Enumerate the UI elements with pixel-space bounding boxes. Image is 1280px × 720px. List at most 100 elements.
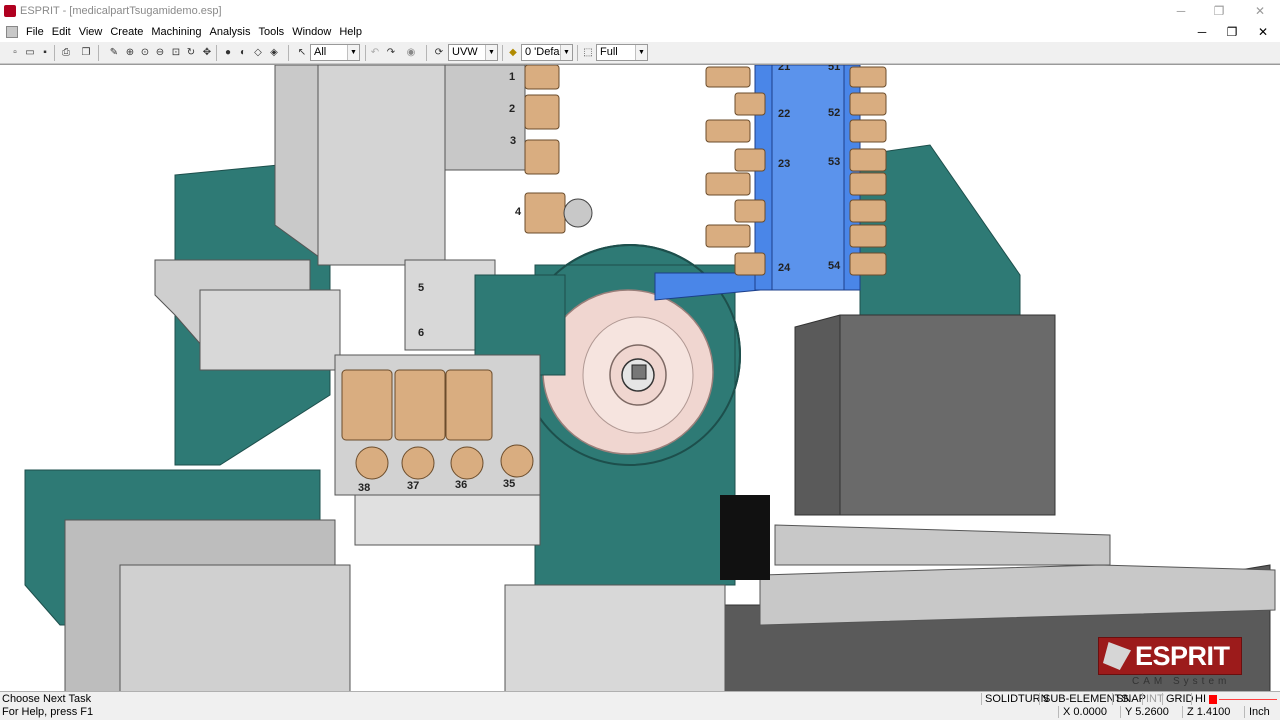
headstock-block bbox=[199, 289, 341, 371]
tool-label: 5 bbox=[418, 282, 424, 294]
black-spacer bbox=[720, 495, 770, 580]
z-coordinate: Z 1.4100 bbox=[1182, 706, 1230, 718]
left-tool-holders bbox=[524, 65, 566, 234]
workplane-select[interactable]: UVW ▼ bbox=[448, 44, 498, 61]
restore-icon: ❐ bbox=[1226, 25, 1238, 39]
esprit-emblem-icon bbox=[1103, 642, 1131, 670]
menu-file[interactable]: File bbox=[22, 22, 48, 42]
document-icon[interactable] bbox=[6, 26, 18, 38]
select-arrow-icon[interactable]: ↖ bbox=[295, 45, 309, 59]
left-slide bbox=[119, 564, 351, 691]
document-close-button[interactable]: ✕ bbox=[1248, 22, 1278, 42]
toolbar-separator bbox=[502, 45, 503, 61]
logo-text: ESPRIT bbox=[1135, 641, 1230, 671]
help-hint: For Help, press F1 bbox=[2, 706, 94, 718]
menu-view[interactable]: View bbox=[75, 22, 107, 42]
menu-window[interactable]: Window bbox=[288, 22, 335, 42]
close-icon: ✕ bbox=[1254, 4, 1266, 18]
tool-label: 38 bbox=[358, 482, 370, 494]
menu-analysis[interactable]: Analysis bbox=[206, 22, 255, 42]
chevron-down-icon: ▼ bbox=[560, 45, 572, 60]
minimize-window-button[interactable]: ─ bbox=[1163, 0, 1199, 22]
shade-edges-icon[interactable]: ◐ bbox=[236, 45, 250, 59]
zoom-out-icon[interactable]: ⊖ bbox=[153, 45, 167, 59]
zoom-window-icon[interactable]: ⊡ bbox=[169, 45, 183, 59]
print-icon[interactable]: ⎙ bbox=[59, 45, 73, 59]
filter-select-value: All bbox=[314, 46, 327, 58]
machine-model: 1 2 3 4 5 6 38 37 36 35 21 22 23 24 51 5… bbox=[24, 65, 1276, 691]
menu-bar: File Edit View Create Machining Analysis… bbox=[0, 22, 1280, 42]
redo-icon[interactable]: ↷ bbox=[384, 45, 398, 59]
progress-line bbox=[1219, 699, 1277, 700]
zoom-icon[interactable]: ⊙ bbox=[138, 45, 152, 59]
layer-icon[interactable]: ◆ bbox=[506, 45, 520, 59]
toolbar-separator bbox=[54, 45, 55, 61]
workpiece bbox=[631, 364, 647, 380]
window-title: ESPRIT - [medicalpartTsugamidemo.esp] bbox=[20, 5, 222, 17]
sub-slide bbox=[774, 524, 1111, 566]
open-icon[interactable]: ▭ bbox=[23, 45, 37, 59]
rotate-icon[interactable]: ↻ bbox=[184, 45, 198, 59]
zoom-in-icon[interactable]: ⊕ bbox=[123, 45, 137, 59]
toolbar-separator bbox=[288, 45, 289, 61]
tool-label: 36 bbox=[455, 479, 467, 491]
save-icon[interactable]: ▪ bbox=[38, 45, 52, 59]
status-bar: Choose Next Task SOLIDTURN SUB-ELEMENTS … bbox=[0, 691, 1280, 706]
tool-label: 2 bbox=[509, 103, 515, 115]
center-carriage bbox=[354, 494, 541, 546]
layer-select[interactable]: 0 'Defau ▼ bbox=[521, 44, 573, 61]
new-icon[interactable]: ▫ bbox=[8, 45, 22, 59]
logo-subtext: CAM System bbox=[1132, 676, 1231, 687]
menu-machining[interactable]: Machining bbox=[147, 22, 205, 42]
center-bed bbox=[504, 584, 726, 691]
hidden-line-icon[interactable]: ◈ bbox=[267, 45, 281, 59]
close-window-button[interactable]: ✕ bbox=[1242, 0, 1278, 22]
menu-tools[interactable]: Tools bbox=[255, 22, 289, 42]
graphics-viewport[interactable]: 1 2 3 4 5 6 38 37 36 35 21 22 23 24 51 5… bbox=[0, 64, 1280, 691]
filter-select[interactable]: All ▼ bbox=[310, 44, 360, 61]
chevron-down-icon: ▼ bbox=[347, 45, 359, 60]
grid-indicator[interactable]: GRID bbox=[1162, 693, 1194, 705]
snap-indicator[interactable]: SNAP bbox=[1112, 693, 1146, 705]
document-minimize-button[interactable]: ─ bbox=[1187, 22, 1217, 42]
close-icon: ✕ bbox=[1257, 25, 1269, 39]
menu-create[interactable]: Create bbox=[106, 22, 147, 42]
turret-station-label: 52 bbox=[828, 107, 840, 119]
logo-badge: ESPRIT bbox=[1098, 637, 1242, 675]
menu-edit[interactable]: Edit bbox=[48, 22, 75, 42]
spindle-column-face bbox=[317, 65, 446, 266]
x-coordinate: X 0.0000 bbox=[1058, 706, 1107, 718]
esprit-logo: ESPRIT CAM System bbox=[1098, 637, 1242, 689]
stop-icon[interactable]: ◉ bbox=[404, 45, 418, 59]
display-select-value: Full bbox=[600, 46, 618, 58]
tool-label: 6 bbox=[418, 327, 424, 339]
workplane-icon[interactable]: ⟳ bbox=[432, 45, 446, 59]
undo-icon[interactable]: ↶ bbox=[368, 45, 382, 59]
tool-label: 37 bbox=[407, 480, 419, 492]
copy-icon[interactable]: ❐ bbox=[79, 45, 93, 59]
menu-help[interactable]: Help bbox=[335, 22, 366, 42]
highlight-marker bbox=[1209, 695, 1217, 704]
turret-station-label: 54 bbox=[828, 260, 841, 272]
sub-spindle-front bbox=[839, 314, 1056, 516]
dynamic-rotate-icon[interactable]: ✎ bbox=[107, 45, 121, 59]
int-indicator[interactable]: INT bbox=[1142, 693, 1164, 705]
toolbar-separator bbox=[98, 45, 99, 61]
document-restore-button[interactable]: ❐ bbox=[1217, 22, 1247, 42]
hi-indicator[interactable]: HI bbox=[1191, 693, 1206, 705]
toolbar-separator bbox=[577, 45, 578, 61]
shade-icon[interactable]: ● bbox=[221, 45, 235, 59]
display-mode-icon[interactable]: ⬚ bbox=[581, 45, 595, 59]
pan-icon[interactable]: ✥ bbox=[200, 45, 214, 59]
tool-label: 1 bbox=[509, 71, 515, 83]
display-select[interactable]: Full ▼ bbox=[596, 44, 648, 61]
y-coordinate: Y 5.2600 bbox=[1120, 706, 1169, 718]
wireframe-icon[interactable]: ◇ bbox=[251, 45, 265, 59]
turret-face bbox=[771, 65, 845, 291]
title-bar: ESPRIT - [medicalpartTsugamidemo.esp] ─ … bbox=[0, 0, 1280, 22]
restore-window-button[interactable]: ❐ bbox=[1201, 0, 1237, 22]
minimize-icon: ─ bbox=[1176, 4, 1186, 18]
main-toolbar: ▫ ▭ ▪ ⎙ ❐ ✎ ⊕ ⊙ ⊖ ⊡ ↻ ✥ ● ◐ ◇ ◈ ↖ All ▼ … bbox=[0, 42, 1280, 64]
turret-station-label: 24 bbox=[778, 262, 791, 274]
toolbar-separator bbox=[216, 45, 217, 61]
